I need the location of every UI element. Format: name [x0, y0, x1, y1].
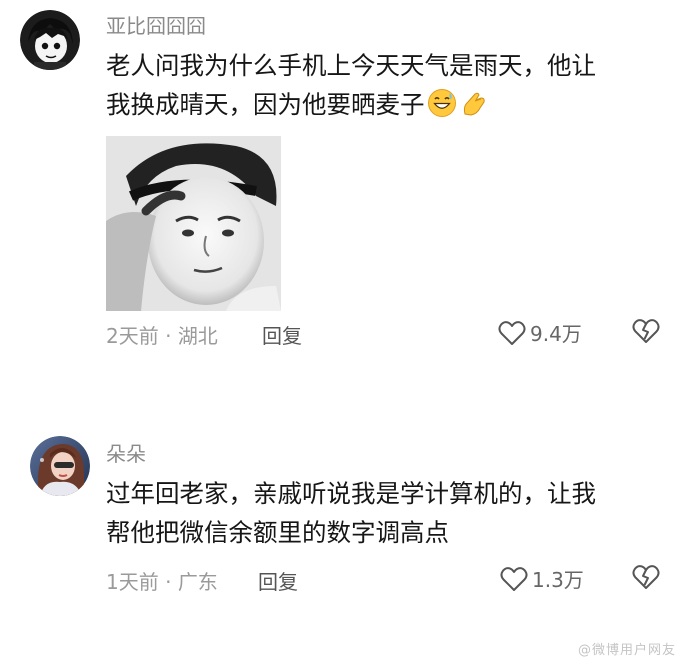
heart-icon [498, 320, 526, 345]
like-button[interactable]: 9.4万 [498, 318, 582, 347]
meta-separator: · [158, 570, 178, 594]
watermark: @微博用户网友 [577, 643, 676, 658]
reply-button[interactable]: 回复 [262, 320, 302, 349]
comment-item: 朵朵 过年回老家，亲戚听说我是学计算机的，让我 帮他把微信余额里的数字调高点 1… [0, 370, 690, 670]
comment-text-line-text: 我换成晴天，因为他要晒麦子 [106, 90, 425, 119]
dislike-button[interactable] [632, 318, 660, 348]
broken-heart-icon [632, 565, 660, 589]
comment-meta: 1天前 · 广东 [106, 566, 218, 595]
comment-item: 亚比囧囧囧 老人问我为什么手机上今天天气是雨天，他让 我换成晴天，因为他要晒麦子 [0, 0, 690, 370]
grinning-sweat-emoji-icon [427, 89, 456, 117]
comment-time: 1天前 [106, 570, 159, 594]
username[interactable]: 朵朵 [106, 438, 146, 467]
pinching-hand-emoji-icon [463, 92, 485, 116]
like-count: 9.4万 [530, 322, 582, 346]
username[interactable]: 亚比囧囧囧 [106, 10, 206, 39]
comment-location: 广东 [177, 570, 218, 594]
comment-image[interactable] [106, 136, 281, 311]
comment-meta: 2天前 · 湖北 [106, 320, 218, 349]
comment-text-line: 我换成晴天，因为他要晒麦子 [106, 85, 596, 124]
comment-text: 过年回老家，亲戚听说我是学计算机的，让我 帮他把微信余额里的数字调高点 [106, 474, 596, 552]
like-count: 1.3万 [532, 568, 584, 592]
like-button[interactable]: 1.3万 [500, 564, 584, 593]
comment-location: 湖北 [177, 324, 218, 348]
dislike-button[interactable] [632, 564, 660, 594]
reply-button[interactable]: 回复 [258, 566, 298, 595]
comment-text-line: 老人问我为什么手机上今天天气是雨天，他让 [106, 51, 596, 80]
broken-heart-icon [632, 319, 660, 343]
avatar[interactable] [20, 10, 80, 70]
comment-text: 老人问我为什么手机上今天天气是雨天，他让 我换成晴天，因为他要晒麦子 [106, 46, 596, 124]
meta-separator: · [158, 324, 178, 348]
comment-text-line: 过年回老家，亲戚听说我是学计算机的，让我 [106, 479, 596, 508]
comment-text-line: 帮他把微信余额里的数字调高点 [106, 518, 449, 547]
heart-icon [500, 566, 528, 591]
comment-time: 2天前 [106, 324, 159, 348]
avatar[interactable] [30, 436, 90, 496]
